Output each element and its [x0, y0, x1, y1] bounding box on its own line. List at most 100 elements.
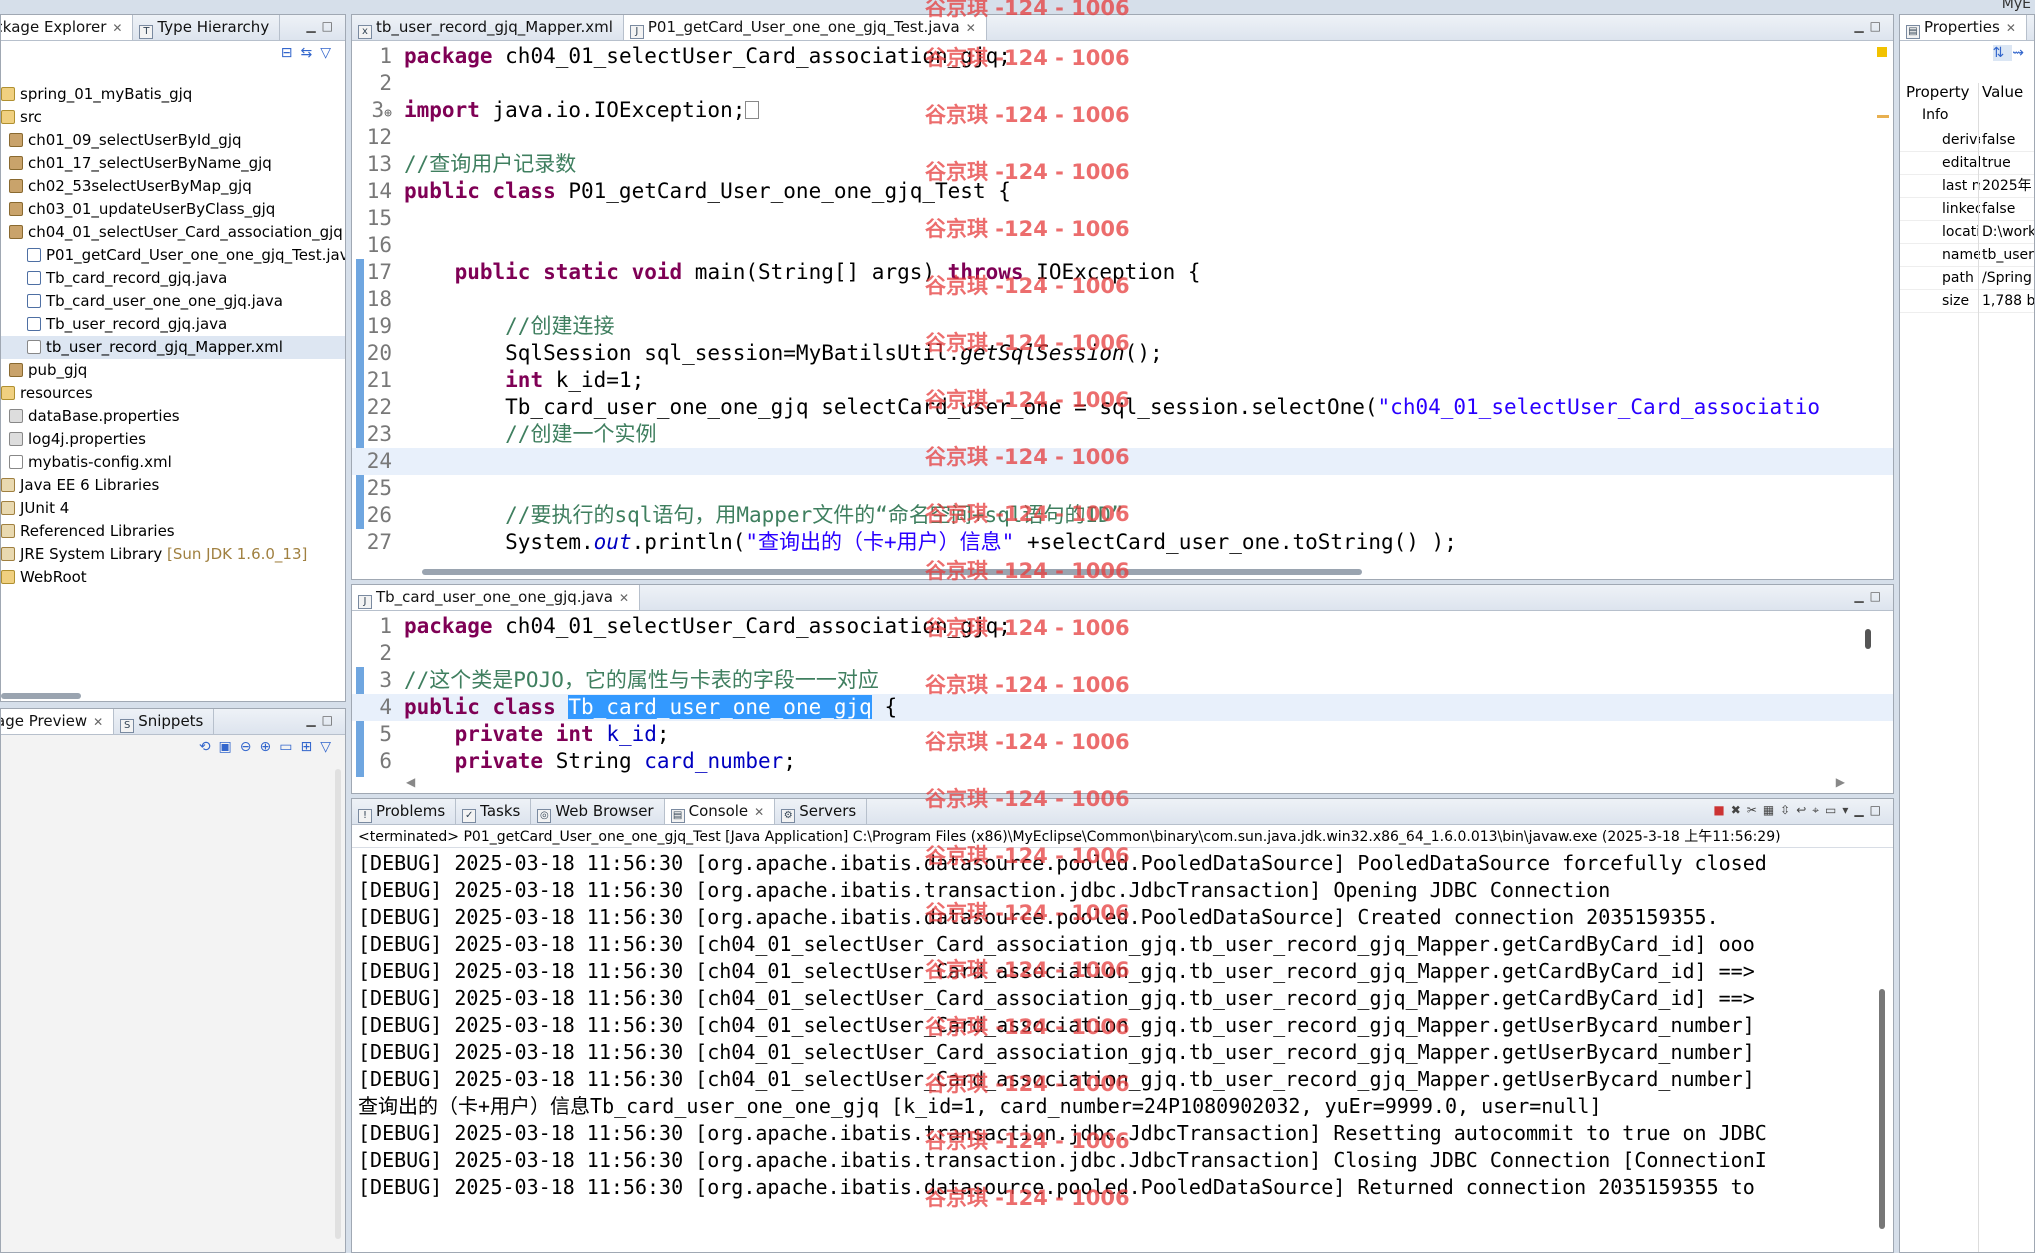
tab-type-hierarchy[interactable]: T Type Hierarchy	[133, 15, 281, 40]
link-editor-icon[interactable]: ⇆	[300, 45, 320, 61]
code-line[interactable]: 3//这个类是POJO，它的属性与卡表的字段一一对应	[352, 667, 1893, 694]
pojo-v-scrollbar[interactable]	[1865, 629, 1871, 649]
code-line[interactable]: 27 System.out.println("查询出的（卡+用户）信息" +se…	[352, 529, 1893, 556]
code-line[interactable]: 26 //要执行的sql语句，用Mapper文件的“命名空间+sql语句的ID”	[352, 502, 1893, 529]
tab-image-preview[interactable]: Image Preview ✕	[1, 709, 115, 734]
close-icon[interactable]: ✕	[619, 591, 629, 605]
code-line[interactable]: 22 Tb_card_user_one_one_gjq selectCard_u…	[352, 394, 1893, 421]
editor-h-scrollbar[interactable]	[422, 569, 1362, 575]
zoom-out-icon[interactable]: ⊖	[240, 739, 260, 755]
tree-item[interactable]: WebRoot	[1, 566, 345, 589]
terminate-icon[interactable]: ■	[1713, 803, 1730, 817]
remove-all-icon[interactable]: ✂	[1747, 803, 1763, 817]
minimize-icon[interactable]: ▁	[306, 713, 321, 727]
code-line[interactable]: 16	[352, 232, 1893, 259]
window-controls[interactable]: ▁□	[1854, 19, 1887, 33]
code-line[interactable]: 14 public class P01_getCard_User_one_one_…	[352, 178, 1893, 205]
col-property[interactable]: Property	[1906, 83, 1969, 101]
view-menu-icon[interactable]: ▽	[320, 739, 339, 755]
tree-item[interactable]: log4j.properties	[1, 428, 345, 451]
maximize-icon[interactable]: □	[1870, 803, 1887, 817]
tree-item[interactable]: ch01_17_selectUserByName_gjq	[1, 152, 345, 175]
property-row[interactable]: last modified2025年	[1900, 175, 2034, 198]
view-menu-icon[interactable]: ▽	[320, 45, 339, 61]
code-line[interactable]: 20 SqlSession sql_session=MyBatilsUtil.g…	[352, 340, 1893, 367]
collapse-all-icon[interactable]: ⊟	[281, 45, 301, 61]
refresh-icon[interactable]: ⟲	[199, 739, 219, 755]
tree-item[interactable]: ch02_53selectUserByMap_gjq	[1, 175, 345, 198]
code-line[interactable]: 17 public static void main(String[] args…	[352, 259, 1893, 286]
tree-item[interactable]: resources	[1, 382, 345, 405]
tab-web-browser[interactable]: ◎ Web Browser	[531, 799, 665, 824]
tree-item[interactable]: JRE System Library [Sun JDK 1.6.0_13]	[1, 543, 345, 566]
zoom-in-icon[interactable]: ⊕	[260, 739, 280, 755]
tab-pojo-java[interactable]: J Tb_card_user_one_one_gjq.java ✕	[352, 585, 641, 610]
tree-item[interactable]: spring_01_myBatis_gjq	[1, 83, 345, 106]
code-line[interactable]: 2	[352, 70, 1893, 97]
tree-item[interactable]: ch04_01_selectUser_Card_association_gjq	[1, 221, 345, 244]
tree-item[interactable]: Tb_card_record_gjq.java	[1, 267, 345, 290]
code-line-current[interactable]: 4 public class Tb_card_user_one_one_gjq {	[352, 694, 1893, 721]
console-v-scrollbar[interactable]	[1879, 989, 1885, 1229]
close-icon[interactable]: ✕	[112, 21, 122, 35]
open-console-icon[interactable]: ▾	[1842, 803, 1854, 817]
close-icon[interactable]: ✕	[966, 21, 976, 35]
tree-item[interactable]: Tb_card_user_one_one_gjq.java	[1, 290, 345, 313]
minimize-icon[interactable]: ▁	[1854, 589, 1869, 603]
maximize-icon[interactable]: □	[322, 713, 339, 727]
categories-icon[interactable]: ⇅	[1992, 45, 2013, 61]
console-output[interactable]: [DEBUG] 2025-03-18 11:56:30 [org.apache.…	[352, 850, 1871, 1252]
tree-item[interactable]: Tb_user_record_gjq.java	[1, 313, 345, 336]
code-line[interactable]: 23 //创建一个实例	[352, 421, 1893, 448]
minimize-icon[interactable]: ▁	[1854, 19, 1869, 33]
col-value[interactable]: Value	[1982, 83, 2023, 101]
maximize-icon[interactable]: □	[1870, 19, 1887, 33]
maximize-icon[interactable]: □	[322, 19, 339, 33]
preview-v-scrollbar[interactable]	[335, 769, 341, 1239]
tree-item[interactable]: P01_getCard_User_one_one_gjq_Test.java	[1, 244, 345, 267]
display-console-icon[interactable]: ▭	[1825, 803, 1842, 817]
code-line[interactable]: 12	[352, 124, 1893, 151]
window-controls[interactable]: ▁□	[306, 713, 339, 727]
code-line[interactable]: 18	[352, 286, 1893, 313]
tab-mapper-xml[interactable]: x tb_user_record_gjq_Mapper.xml	[352, 15, 624, 40]
minimize-icon[interactable]: ▁	[1854, 803, 1869, 817]
tree-item[interactable]: JUnit 4	[1, 497, 345, 520]
code-line[interactable]: 19 //创建连接	[352, 313, 1893, 340]
code-line-current[interactable]: 24	[352, 448, 1893, 475]
tree-item[interactable]: ch01_09_selectUserById_gjq	[1, 129, 345, 152]
property-row[interactable]: path/Spring	[1900, 267, 2034, 290]
code-line[interactable]: 21 int k_id=1;	[352, 367, 1893, 394]
close-icon[interactable]: ✕	[93, 715, 103, 729]
window-controls[interactable]: ▁□	[306, 19, 339, 33]
code-line[interactable]: 6 private String card_number;	[352, 748, 1893, 775]
explorer-h-scrollbar[interactable]	[1, 693, 81, 699]
scroll-lock-icon[interactable]: ⇳	[1780, 803, 1796, 817]
clear-console-icon[interactable]: ▦	[1763, 803, 1780, 817]
tab-servers[interactable]: ⚙ Servers	[775, 799, 868, 824]
tree-item[interactable]: ch03_01_updateUserByClass_gjq	[1, 198, 345, 221]
perspective-label[interactable]: MyE	[2002, 0, 2031, 12]
code-line[interactable]: 13//查询用户记录数	[352, 151, 1893, 178]
tab-snippets[interactable]: S Snippets	[114, 709, 215, 734]
actual-size-icon[interactable]: ▭	[279, 739, 300, 755]
property-row[interactable]: linked false	[1900, 198, 2034, 221]
code-line[interactable]: 3⊕ import java.io.IOException;	[352, 97, 1893, 124]
code-line[interactable]: 25	[352, 475, 1893, 502]
tree-item[interactable]: src	[1, 106, 345, 129]
word-wrap-icon[interactable]: ↩	[1796, 803, 1812, 817]
tab-tasks[interactable]: ✓ Tasks	[456, 799, 532, 824]
property-row[interactable]: locationD:\work	[1900, 221, 2034, 244]
window-controls[interactable]: ▁□	[1854, 589, 1887, 603]
close-icon[interactable]: ✕	[754, 805, 764, 819]
tree-item[interactable]: tb_user_record_gjq_Mapper.xml	[1, 336, 345, 359]
grid-icon[interactable]: ⊞	[300, 739, 320, 755]
properties-group-info[interactable]: Info	[1922, 107, 1949, 123]
tab-problems[interactable]: ! Problems	[352, 799, 457, 824]
advanced-icon[interactable]: ⇝	[2012, 45, 2032, 61]
property-row[interactable]: derivedfalse	[1900, 129, 2034, 152]
code-line[interactable]: 2	[352, 640, 1893, 667]
tab-test-java[interactable]: J P01_getCard_User_one_one_gjq_Test.java ✕	[623, 15, 987, 40]
tab-console[interactable]: ▤ Console ✕	[664, 799, 776, 824]
fit-icon[interactable]: ▣	[219, 739, 240, 755]
